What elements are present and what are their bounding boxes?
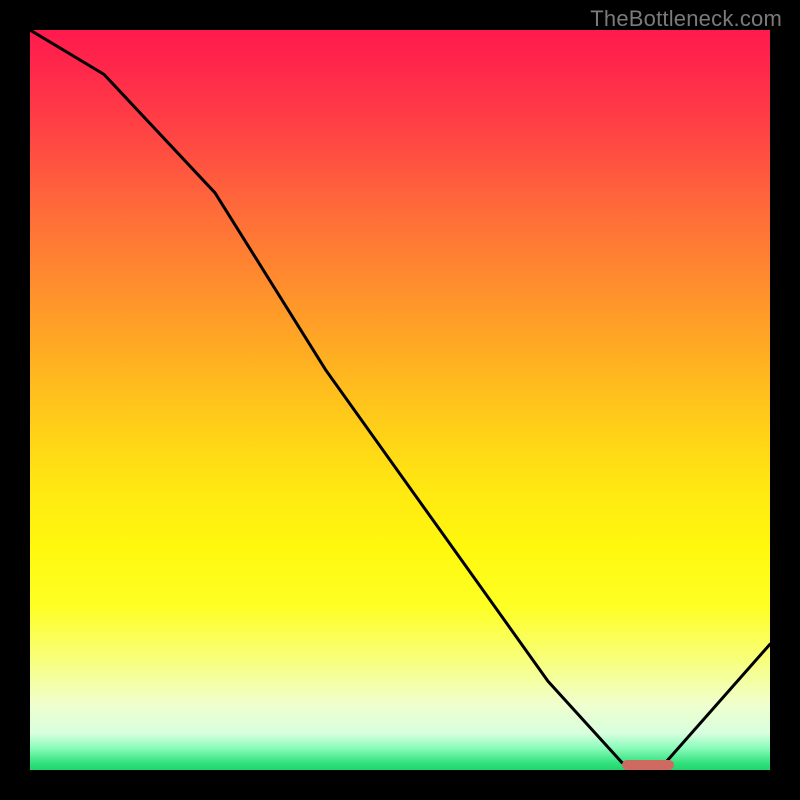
chart-plot-area <box>30 30 770 770</box>
chart-line-curve <box>30 30 770 770</box>
chart-optimal-marker <box>622 760 674 770</box>
chart-line-svg <box>30 30 770 770</box>
watermark-text: TheBottleneck.com <box>590 6 782 32</box>
